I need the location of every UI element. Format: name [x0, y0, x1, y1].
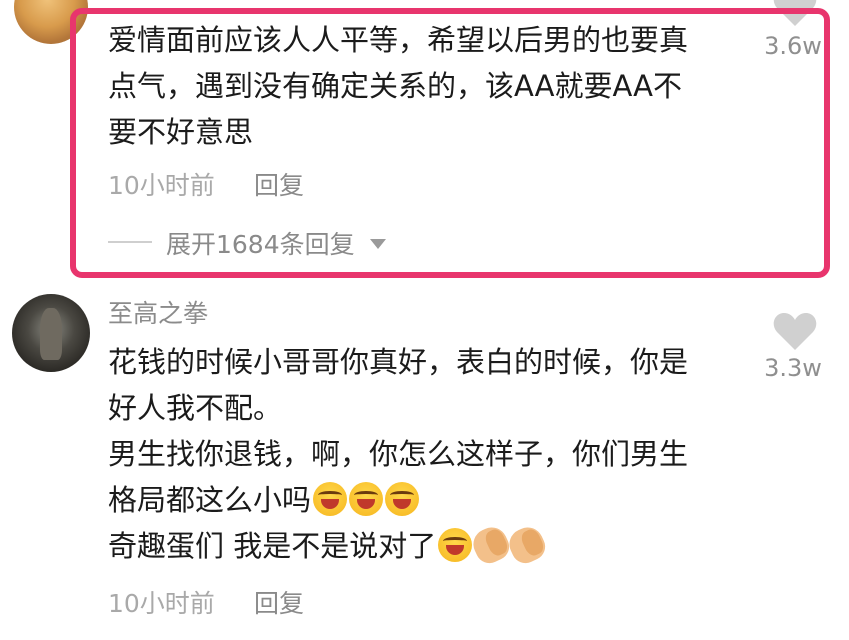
comment-line: 花钱的时候小哥哥你真好，表白的时候，你是 — [108, 345, 689, 379]
comment-line: 要不好意思 — [108, 115, 254, 149]
comment-line: 奇趣蛋们 我是不是说对了 — [108, 529, 437, 563]
reply-button[interactable]: 回复 — [254, 584, 304, 620]
comment-line: 男生找你退钱，啊，你怎么这样子，你们男生 — [108, 437, 689, 471]
timestamp: 10小时前 — [108, 171, 215, 200]
reply-button[interactable]: 回复 — [254, 166, 304, 202]
expand-replies-label: 展开1684条回复 — [166, 230, 355, 259]
laughing-tears-emoji — [385, 482, 420, 516]
expand-replies-button[interactable]: 展开1684条回复 — [166, 225, 387, 261]
clapping-hands-emoji — [468, 522, 514, 568]
comment-line: 爱情面前应该人人平等，希望以后男的也要真 — [108, 23, 689, 57]
avatar[interactable] — [12, 294, 90, 372]
comment-text: 花钱的时候小哥哥你真好，表白的时候，你是 好人我不配。 男生找你退钱，啊，你怎么… — [108, 339, 688, 569]
like-count: 3.3w — [764, 354, 822, 382]
comment-line: 好人我不配。 — [108, 391, 283, 425]
comment-text: 爱情面前应该人人平等，希望以后男的也要真 点气，遇到没有确定关系的，该AA就要A… — [108, 17, 688, 155]
triangle-down-icon — [369, 239, 386, 249]
laughing-tears-emoji — [438, 528, 473, 562]
timestamp: 10小时前 — [108, 589, 215, 618]
laughing-tears-emoji — [313, 482, 348, 516]
divider — [108, 241, 152, 243]
clapping-hands-emoji — [504, 522, 550, 568]
comment-line: 点气，遇到没有确定关系的，该AA就要AA不 — [108, 69, 682, 103]
laughing-tears-emoji — [349, 482, 384, 516]
comment-list: 3.6w 爱情面前应该人人平等，希望以后男的也要真 点气，遇到没有确定关系的，该… — [0, 0, 849, 640]
username[interactable]: 至高之拳 — [108, 294, 208, 330]
avatar-figure — [40, 308, 62, 360]
heart-icon[interactable] — [772, 312, 818, 352]
comment-line: 格局都这么小吗 — [108, 483, 312, 517]
